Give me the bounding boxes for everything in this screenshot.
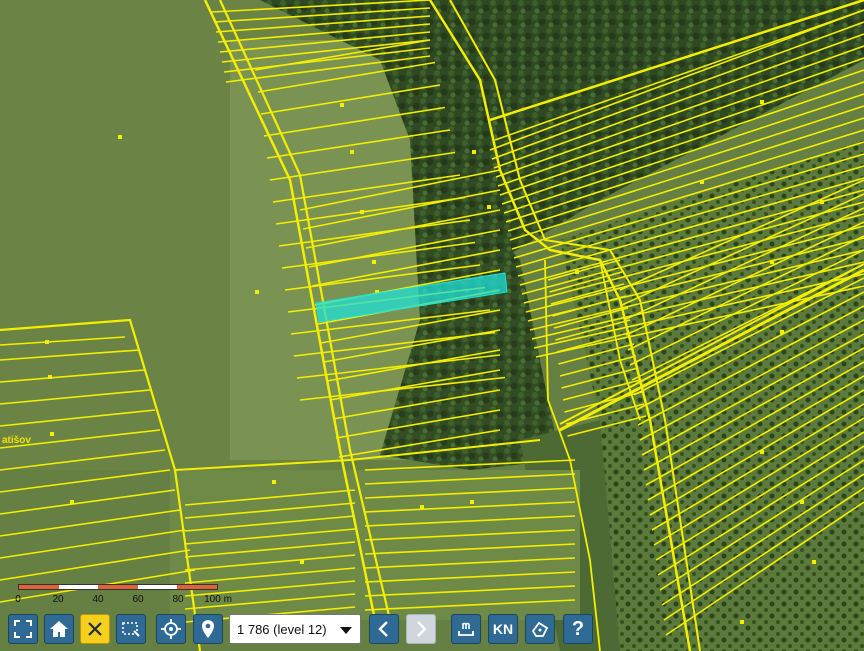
home-icon bbox=[50, 621, 68, 637]
measure-button[interactable] bbox=[451, 614, 481, 644]
parcel-marker bbox=[300, 560, 304, 564]
scale-label: 80 bbox=[172, 594, 184, 605]
help-button[interactable]: ? bbox=[563, 614, 593, 644]
parcel-marker bbox=[420, 505, 424, 509]
scale-label: 40 bbox=[92, 594, 104, 605]
parcel-marker bbox=[360, 210, 364, 214]
map-toolbar: 1 786 (level 12) KN ? bbox=[0, 612, 864, 648]
scale-bar: 0 20 40 60 80 100 m bbox=[10, 582, 240, 608]
select-area-icon bbox=[122, 622, 140, 637]
parcel-marker bbox=[340, 103, 344, 107]
parcel-marker bbox=[780, 330, 784, 334]
parcel-marker bbox=[575, 270, 579, 274]
parcel-marker bbox=[812, 560, 816, 564]
chevron-left-icon bbox=[378, 621, 388, 637]
scale-segment bbox=[58, 585, 99, 589]
drawing-button[interactable] bbox=[525, 614, 555, 644]
map-pin-icon bbox=[202, 620, 214, 638]
parcel-marker bbox=[48, 375, 52, 379]
measure-icon bbox=[458, 622, 474, 636]
zoom-previous-button[interactable] bbox=[369, 614, 399, 644]
home-button[interactable] bbox=[44, 614, 74, 644]
scale-segment bbox=[177, 585, 217, 589]
close-icon bbox=[88, 622, 102, 636]
crosshair-icon bbox=[161, 619, 181, 639]
place-label: atišov bbox=[2, 435, 31, 446]
parcel-marker bbox=[350, 150, 354, 154]
pen-icon bbox=[531, 621, 549, 637]
fullscreen-icon bbox=[14, 620, 32, 638]
parcel-marker bbox=[800, 500, 804, 504]
scale-segment bbox=[19, 585, 59, 589]
scale-segment bbox=[98, 585, 138, 589]
parcel-marker bbox=[45, 340, 49, 344]
fullscreen-button[interactable] bbox=[8, 614, 38, 644]
kn-icon: KN bbox=[492, 621, 514, 637]
parcel-marker bbox=[472, 150, 476, 154]
scale-select-value: 1 786 (level 12) bbox=[237, 621, 327, 637]
cadastre-button[interactable]: KN bbox=[488, 614, 518, 644]
parcel-marker bbox=[470, 500, 474, 504]
help-icon: ? bbox=[571, 617, 585, 640]
scale-label: 100 m bbox=[204, 594, 232, 605]
scale-label: 0 bbox=[15, 594, 21, 605]
scale-bar-track bbox=[18, 584, 218, 590]
scale-segment bbox=[137, 585, 178, 589]
select-area-button[interactable] bbox=[116, 614, 146, 644]
zoom-next-button[interactable] bbox=[406, 614, 436, 644]
parcel-marker bbox=[770, 260, 774, 264]
scale-label: 20 bbox=[52, 594, 64, 605]
parcel-marker bbox=[820, 200, 824, 204]
chevron-right-icon bbox=[417, 621, 427, 637]
parcel-marker bbox=[272, 480, 276, 484]
parcel-marker bbox=[255, 290, 259, 294]
locate-button[interactable] bbox=[156, 614, 186, 644]
parcel-marker bbox=[487, 205, 491, 209]
parcel-marker bbox=[70, 500, 74, 504]
parcel-marker bbox=[50, 432, 54, 436]
parcel-marker bbox=[118, 135, 122, 139]
scale-select[interactable]: 1 786 (level 12) bbox=[229, 614, 361, 644]
parcel-marker bbox=[760, 100, 764, 104]
parcel-marker bbox=[760, 450, 764, 454]
marker-button[interactable] bbox=[193, 614, 223, 644]
chevron-down-icon bbox=[340, 627, 352, 634]
scale-label: 60 bbox=[132, 594, 144, 605]
aerial-cadastral-map[interactable]: atišov bbox=[0, 0, 864, 651]
parcel-marker bbox=[700, 180, 704, 184]
parcel-marker bbox=[372, 260, 376, 264]
clear-selection-button[interactable] bbox=[80, 614, 110, 644]
